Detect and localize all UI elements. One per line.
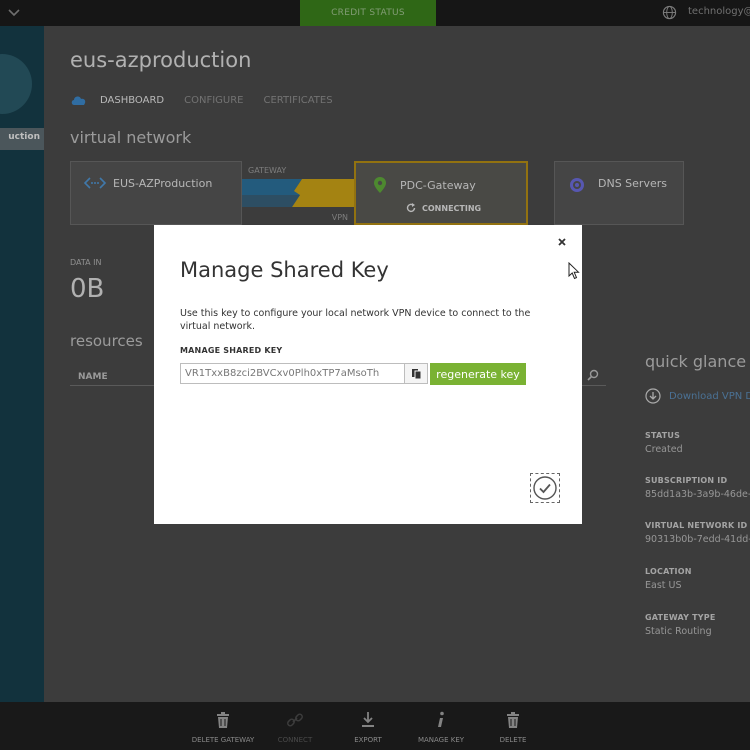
shared-key-input[interactable] [180, 363, 406, 384]
checkmark-icon [533, 476, 557, 500]
portal-window: CREDIT STATUS technology@ uction eus-azp… [0, 0, 750, 750]
copy-key-button[interactable] [404, 363, 428, 384]
dialog-title: Manage Shared Key [180, 258, 389, 282]
manage-shared-key-dialog: Manage Shared Key Use this key to config… [154, 225, 582, 524]
copy-icon [411, 368, 421, 379]
ok-button[interactable] [530, 473, 560, 503]
regenerate-key-button[interactable]: regenerate key [430, 363, 526, 385]
close-icon[interactable] [555, 235, 569, 249]
shared-key-field-label: MANAGE SHARED KEY [180, 346, 283, 355]
dialog-description: Use this key to configure your local net… [180, 308, 531, 332]
mouse-cursor-icon [568, 262, 580, 280]
